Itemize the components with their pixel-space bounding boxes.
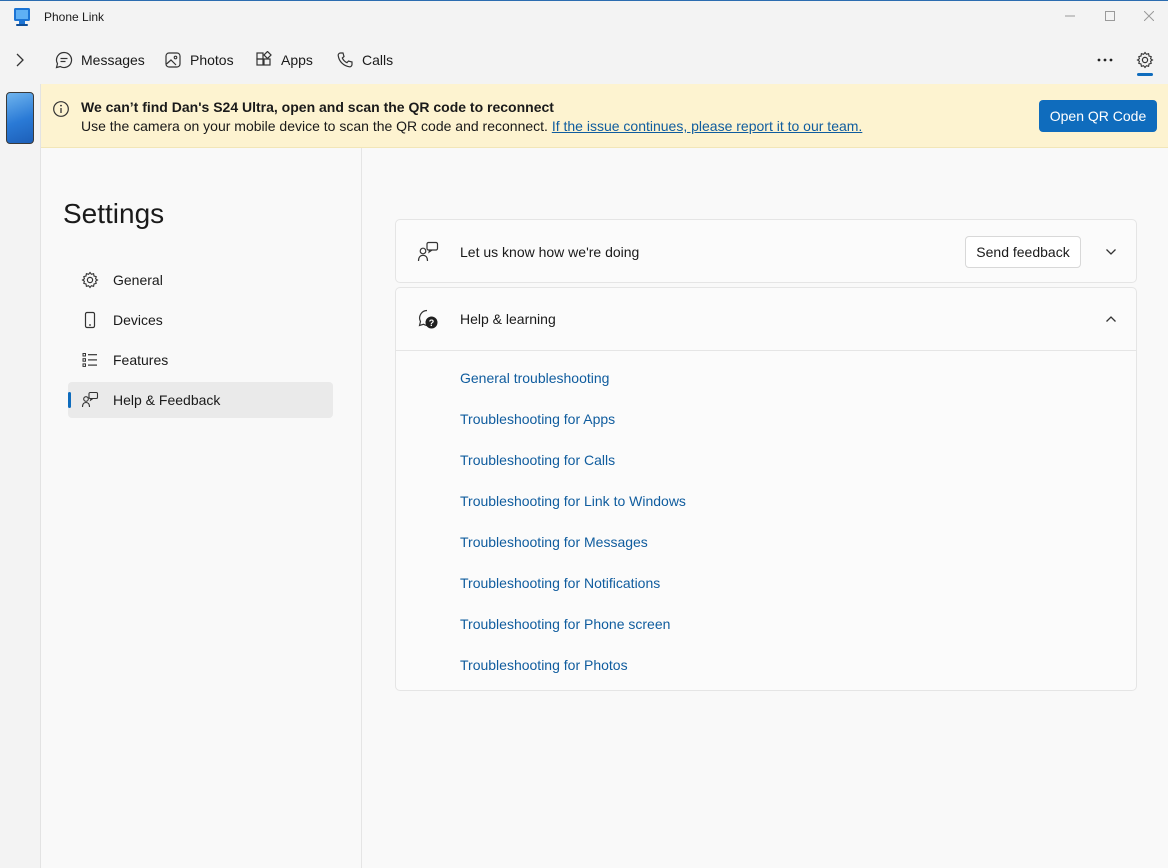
- message-icon: [55, 51, 73, 69]
- minimize-icon: [1065, 15, 1075, 17]
- report-issue-link[interactable]: If the issue continues, please report it…: [552, 118, 863, 134]
- maximize-icon: [1105, 11, 1115, 21]
- settings-item-features[interactable]: Features: [68, 342, 333, 378]
- help-icon: ?: [416, 307, 440, 331]
- list-icon: [80, 350, 100, 370]
- tab-apps-label: Apps: [281, 52, 313, 68]
- feedback-icon: [80, 390, 100, 410]
- tab-messages-label: Messages: [81, 52, 145, 68]
- help-links-list: General troubleshooting Troubleshooting …: [460, 368, 686, 696]
- photo-icon: [165, 52, 181, 68]
- phone-icon: [337, 52, 353, 68]
- settings-nav-pane: Settings General Devices Features Help &…: [41, 148, 362, 868]
- settings-content: Let us know how we're doing Send feedbac…: [362, 148, 1168, 868]
- tab-photos-label: Photos: [190, 52, 234, 68]
- help-link-calls[interactable]: Troubleshooting for Calls: [460, 450, 686, 491]
- page-title: Settings: [63, 198, 165, 229]
- device-rail: [0, 84, 41, 868]
- top-nav: Messages Photos Apps Calls: [0, 38, 1168, 84]
- settings-item-label: General: [113, 272, 163, 288]
- feedback-icon: [416, 240, 440, 264]
- banner-description-text: Use the camera on your mobile device to …: [81, 118, 548, 134]
- settings-item-label: Devices: [113, 312, 163, 328]
- help-link-general[interactable]: General troubleshooting: [460, 368, 686, 409]
- svg-text:?: ?: [429, 318, 435, 328]
- phone-icon: [80, 310, 100, 330]
- feedback-card: Let us know how we're doing Send feedbac…: [395, 219, 1137, 283]
- help-learning-card: ? Help & learning General troubleshootin…: [395, 287, 1137, 691]
- tab-apps[interactable]: Apps: [255, 48, 313, 72]
- maximize-button[interactable]: [1090, 1, 1130, 31]
- tab-calls[interactable]: Calls: [336, 48, 393, 72]
- help-link-notifications[interactable]: Troubleshooting for Notifications: [460, 573, 686, 614]
- settings-active-indicator: [1137, 73, 1153, 76]
- settings-item-label: Help & Feedback: [113, 392, 221, 408]
- info-icon: [53, 101, 69, 117]
- more-icon: [1097, 58, 1113, 62]
- settings-item-label: Features: [113, 352, 169, 368]
- more-options-button[interactable]: [1093, 48, 1117, 72]
- window-title: Phone Link: [44, 10, 105, 24]
- minimize-button[interactable]: [1050, 1, 1090, 31]
- chevron-up-icon: [1106, 316, 1116, 322]
- tab-messages[interactable]: Messages: [55, 48, 145, 72]
- open-qr-code-button[interactable]: Open QR Code: [1039, 100, 1157, 132]
- apps-icon: [256, 51, 272, 66]
- settings-item-help-feedback[interactable]: Help & Feedback: [68, 382, 333, 418]
- gear-icon: [1136, 51, 1154, 69]
- tab-photos[interactable]: Photos: [164, 48, 234, 72]
- settings-item-general[interactable]: General: [68, 262, 333, 298]
- help-learning-header[interactable]: ? Help & learning: [396, 288, 1136, 351]
- reconnect-banner: We can’t find Dan's S24 Ultra, open and …: [41, 84, 1168, 148]
- banner-title: We can’t find Dan's S24 Ultra, open and …: [81, 99, 554, 115]
- help-link-apps[interactable]: Troubleshooting for Apps: [460, 409, 686, 450]
- expand-rail-button[interactable]: [10, 50, 30, 70]
- help-link-messages[interactable]: Troubleshooting for Messages: [460, 532, 686, 573]
- device-thumbnail[interactable]: [6, 92, 34, 144]
- help-link-photos[interactable]: Troubleshooting for Photos: [460, 655, 686, 696]
- chevron-down-icon: [1106, 249, 1116, 255]
- phone-link-app-icon: [14, 8, 30, 26]
- settings-button[interactable]: [1133, 48, 1157, 72]
- settings-item-devices[interactable]: Devices: [68, 302, 333, 338]
- gear-icon: [80, 270, 100, 290]
- send-feedback-button[interactable]: Send feedback: [965, 236, 1081, 268]
- expand-feedback-button[interactable]: [1101, 242, 1121, 262]
- title-bar: Phone Link: [0, 0, 1168, 32]
- chevron-right-icon: [16, 53, 24, 67]
- help-learning-label: Help & learning: [460, 311, 556, 327]
- close-icon: [1144, 11, 1154, 21]
- help-link-phone-screen[interactable]: Troubleshooting for Phone screen: [460, 614, 686, 655]
- help-link-link-to-windows[interactable]: Troubleshooting for Link to Windows: [460, 491, 686, 532]
- feedback-card-label: Let us know how we're doing: [460, 244, 640, 260]
- banner-description: Use the camera on your mobile device to …: [81, 118, 862, 134]
- collapse-help-button[interactable]: [1101, 309, 1121, 329]
- close-button[interactable]: [1129, 1, 1168, 31]
- tab-calls-label: Calls: [362, 52, 394, 68]
